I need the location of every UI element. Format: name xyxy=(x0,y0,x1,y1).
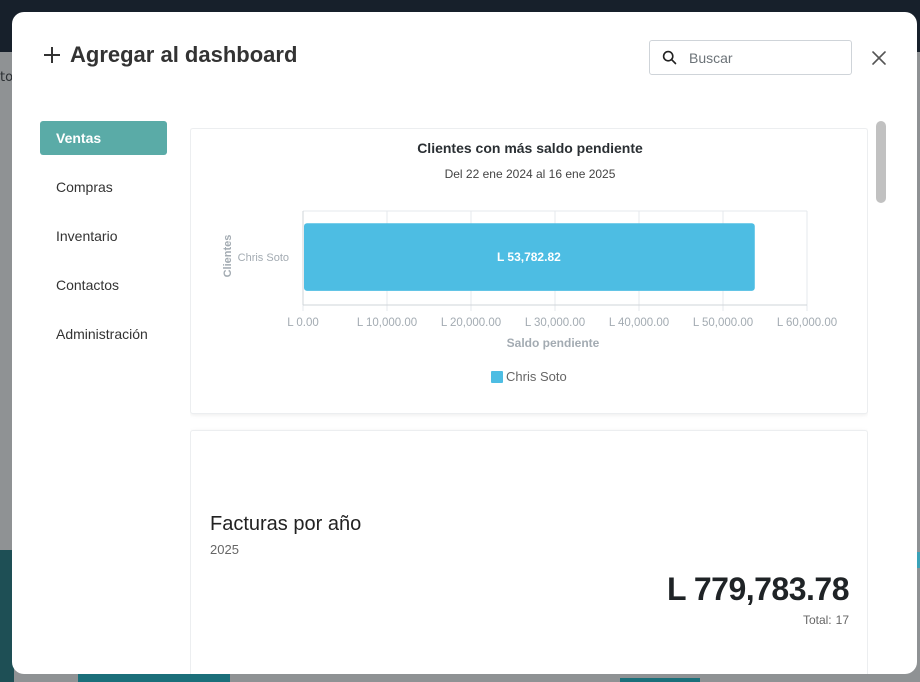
total-value: 17 xyxy=(835,613,849,627)
total-label: Total: xyxy=(802,613,832,627)
x-tick-label: L 30,000.00 xyxy=(525,317,585,329)
widget-list: Clientes con más saldo pendiente Del 22 … xyxy=(190,128,868,674)
modal-title: Agregar al dashboard xyxy=(70,42,298,67)
x-axis-title: Saldo pendiente xyxy=(507,336,600,350)
legend-label: Chris Soto xyxy=(506,369,567,384)
search-icon xyxy=(662,50,677,65)
y-axis-title: Clientes xyxy=(222,235,234,278)
plus-icon xyxy=(42,45,62,65)
add-to-dashboard-modal: Agregar al dashboard Ventas Compras Inve… xyxy=(12,12,917,674)
x-tick-label: L 0.00 xyxy=(287,317,319,329)
sidebar-item-inventario[interactable]: Inventario xyxy=(40,219,167,253)
bar-chart: L 0.00 L 10,000.00 L 20,000.00 L 30,000.00 L… xyxy=(222,210,837,384)
x-tick-label: L 40,000.00 xyxy=(609,317,669,329)
scrollbar[interactable] xyxy=(876,121,886,674)
search-input[interactable] xyxy=(689,49,839,66)
data-label: L 53,782.82 xyxy=(497,250,561,264)
x-tick-label: L 60,000.00 xyxy=(777,317,837,329)
widget-title: Facturas por año xyxy=(210,513,362,535)
legend-swatch xyxy=(491,371,503,383)
widget-total: Total: 17 xyxy=(803,613,849,627)
widget-card-clientes[interactable]: Clientes con más saldo pendiente Del 22 … xyxy=(190,128,868,414)
close-icon[interactable] xyxy=(870,49,888,67)
sidebar-item-ventas[interactable]: Ventas xyxy=(40,121,167,155)
x-tick-label: L 50,000.00 xyxy=(693,317,753,329)
widget-amount: L 779,783.78 xyxy=(666,571,850,607)
category-sidebar: Ventas Compras Inventario Contactos Admi… xyxy=(40,121,167,366)
search-box[interactable] xyxy=(649,40,852,75)
sidebar-item-administracion[interactable]: Administración xyxy=(40,317,167,351)
widget-card-facturas[interactable]: Facturas por año 2025 L 779,783.78 Total… xyxy=(190,430,868,674)
y-tick-label: Chris Soto xyxy=(238,252,289,264)
x-tick-label: L 10,000.00 xyxy=(357,317,417,329)
sidebar-item-compras[interactable]: Compras xyxy=(40,170,167,204)
widget-year: 2025 xyxy=(210,542,239,557)
scrollbar-thumb[interactable] xyxy=(876,121,886,203)
background-button xyxy=(620,678,700,682)
modal-header: Agregar al dashboard xyxy=(42,42,297,68)
sidebar-item-contactos[interactable]: Contactos xyxy=(40,268,167,302)
x-tick-label: L 20,000.00 xyxy=(441,317,501,329)
